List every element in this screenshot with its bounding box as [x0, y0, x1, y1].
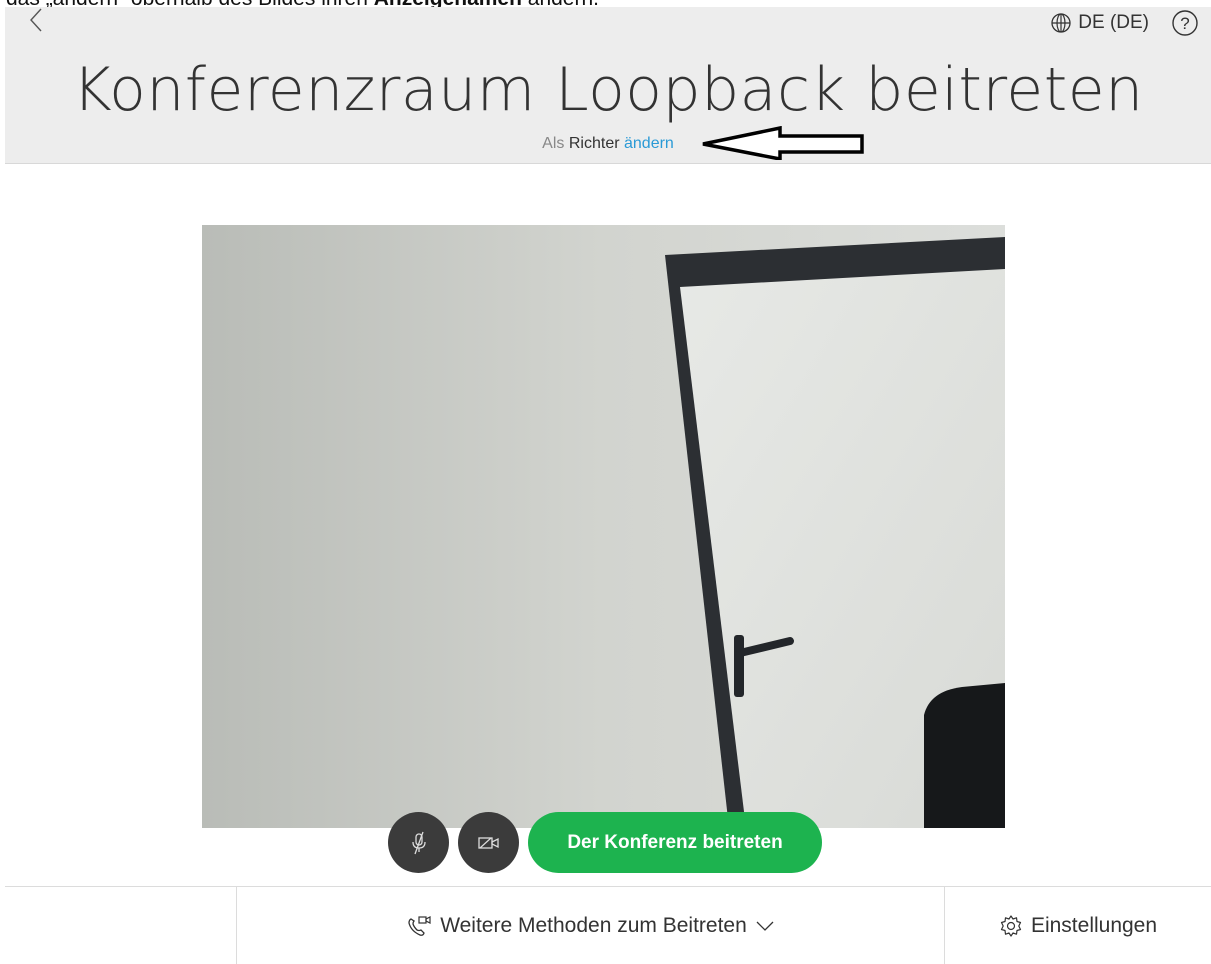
- back-button[interactable]: [25, 7, 49, 33]
- phone-video-icon: [408, 915, 431, 936]
- join-conference-button[interactable]: Der Konferenz beitreten: [528, 812, 822, 873]
- role-prefix: Als: [542, 135, 565, 152]
- settings-label: Einstellungen: [1030, 913, 1158, 937]
- language-label: DE (DE): [1078, 12, 1149, 33]
- language-selector[interactable]: DE (DE): [1050, 10, 1149, 36]
- mute-button[interactable]: [388, 812, 449, 873]
- camera-preview-image: [202, 225, 1005, 828]
- footer-bar: Weitere Methoden zum Beitreten Einstellu…: [5, 886, 1211, 964]
- globe-icon: [1051, 13, 1071, 33]
- settings-button[interactable]: Einstellungen: [945, 887, 1211, 964]
- more-methods-label: Weitere Methoden zum Beitreten: [440, 913, 747, 937]
- gear-icon: [1000, 914, 1022, 937]
- help-button[interactable]: ?: [1171, 9, 1199, 37]
- page-title: Konferenzraum Loopback beitreten: [72, 55, 1144, 125]
- camera-icon: [477, 836, 499, 849]
- role-name: Richter: [568, 135, 620, 152]
- svg-text:?: ?: [1180, 14, 1189, 33]
- chevron-left-icon: [30, 8, 42, 32]
- camera-button[interactable]: [458, 812, 519, 873]
- annotation-arrow: [702, 126, 864, 160]
- role-line: Als Richter ändern: [5, 135, 1211, 153]
- instruction-caption: das „ändern“ oberhalb des Bildes ihren A…: [6, 0, 599, 10]
- call-controls: Der Konferenz beitreten: [388, 812, 822, 873]
- help-circle-icon: ?: [1172, 10, 1198, 36]
- change-role-link[interactable]: ändern: [624, 135, 674, 152]
- chevron-down-icon: [756, 921, 774, 931]
- microphone-muted-icon: [411, 831, 426, 854]
- header: DE (DE) ? Konferenzraum Loopback beitret…: [5, 7, 1211, 164]
- camera-preview: [202, 225, 1005, 828]
- more-join-methods-button[interactable]: Weitere Methoden zum Beitreten: [237, 887, 944, 964]
